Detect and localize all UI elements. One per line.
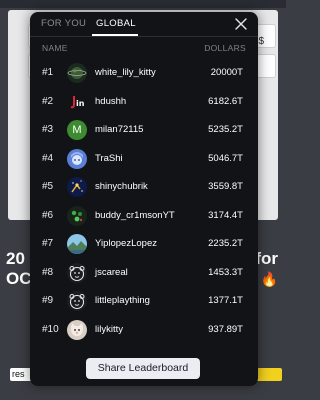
leaderboard-row[interactable]: #7 YiplopezLopez 2235.2T xyxy=(30,230,258,259)
close-icon[interactable] xyxy=(234,17,248,31)
dollar-amount: 2235.2T xyxy=(208,238,243,249)
planet-avatar-icon xyxy=(67,63,87,83)
dollar-amount: 3559.8T xyxy=(208,181,243,192)
leaderboard-tabs: FOR YOU GLOBAL xyxy=(30,12,258,37)
leaderboard-row[interactable]: #6 buddy_cr1msonYT 3174.4T xyxy=(30,202,258,231)
dollar-amount: 1453.3T xyxy=(208,266,243,278)
leaderboard-row[interactable]: #3 M milan72115 5235.2T xyxy=(30,116,258,145)
letter-m-avatar-icon: M xyxy=(67,120,87,140)
bear-avatar-icon xyxy=(67,262,87,283)
rank-label: #9 xyxy=(42,295,54,306)
username: shinychubrik xyxy=(95,181,148,192)
dollar-amount: 6182.6T xyxy=(208,95,243,107)
cat-avatar-icon xyxy=(67,319,87,340)
dollar-amount: 5235.2T xyxy=(208,124,243,135)
dollar-amount: 20000T xyxy=(210,67,243,78)
username: YiplopezLopez xyxy=(95,238,157,249)
tab-global[interactable]: GLOBAL xyxy=(96,18,136,29)
rank-label: #5 xyxy=(42,181,54,192)
leaderboard-list: #1 white_lily_kitty 20000T #2 in hdushh … xyxy=(30,59,258,344)
rank-label: #1 xyxy=(42,67,54,78)
rank-label: #8 xyxy=(42,266,54,278)
username: hdushh xyxy=(95,95,127,107)
green-pattern-avatar-icon xyxy=(67,205,87,226)
username: jscareal xyxy=(95,266,128,278)
dollar-amount: 3174.4T xyxy=(208,209,243,221)
rank-label: #6 xyxy=(42,209,54,221)
leaderboard-row[interactable]: #9 littleplaything 1377.1T xyxy=(30,287,258,316)
leaderboard-row[interactable]: #1 white_lily_kitty 20000T xyxy=(30,59,258,88)
leaderboard-modal: FOR YOU GLOBAL NAME DOLLARS #1 white_lil… xyxy=(30,12,258,386)
space-avatar-icon xyxy=(67,177,87,197)
column-header-dollars: DOLLARS xyxy=(204,43,246,53)
username: white_lily_kitty xyxy=(95,67,156,78)
rank-label: #2 xyxy=(42,95,54,107)
anime-avatar-icon xyxy=(67,148,87,169)
leaderboard-row[interactable]: #2 in hdushh 6182.6T xyxy=(30,88,258,117)
username: buddy_cr1msonYT xyxy=(95,209,175,221)
column-header-name: NAME xyxy=(42,43,68,53)
background-headline-left: 20 OC xyxy=(6,249,32,288)
username: lilykitty xyxy=(95,323,123,335)
rank-label: #4 xyxy=(42,152,54,164)
leaderboard-row[interactable]: #8 jscareal 1453.3T xyxy=(30,259,258,288)
active-tab-indicator xyxy=(92,34,138,36)
leaderboard-row[interactable]: #5 shinychubrik 3559.8T xyxy=(30,173,258,202)
background-headline-right: for 🔥 xyxy=(255,249,278,287)
landscape-avatar-icon xyxy=(67,234,87,254)
jin-logo-avatar-icon: in xyxy=(67,91,87,112)
dollar-amount: 1377.1T xyxy=(208,295,243,306)
dollar-amount: 5046.7T xyxy=(208,152,243,164)
tab-for-you[interactable]: FOR YOU xyxy=(41,18,86,29)
rank-label: #7 xyxy=(42,238,54,249)
fire-icon: 🔥 xyxy=(260,271,278,287)
bear-avatar-icon xyxy=(67,291,87,311)
background-currency-hint: $ xyxy=(258,36,264,47)
leaderboard-row[interactable]: #4 TraShi 5046.7T xyxy=(30,145,258,174)
username: milan72115 xyxy=(95,124,144,135)
background-top-bar xyxy=(0,0,286,8)
leaderboard-row[interactable]: #10 lilykitty 937.89T xyxy=(30,316,258,345)
username: TraShi xyxy=(95,152,123,164)
rank-label: #3 xyxy=(42,124,54,135)
rank-label: #10 xyxy=(42,323,59,335)
svg-text:in: in xyxy=(76,99,85,108)
dollar-amount: 937.89T xyxy=(208,323,243,335)
share-leaderboard-button[interactable]: Share Leaderboard xyxy=(86,358,200,379)
username: littleplaything xyxy=(95,295,150,306)
